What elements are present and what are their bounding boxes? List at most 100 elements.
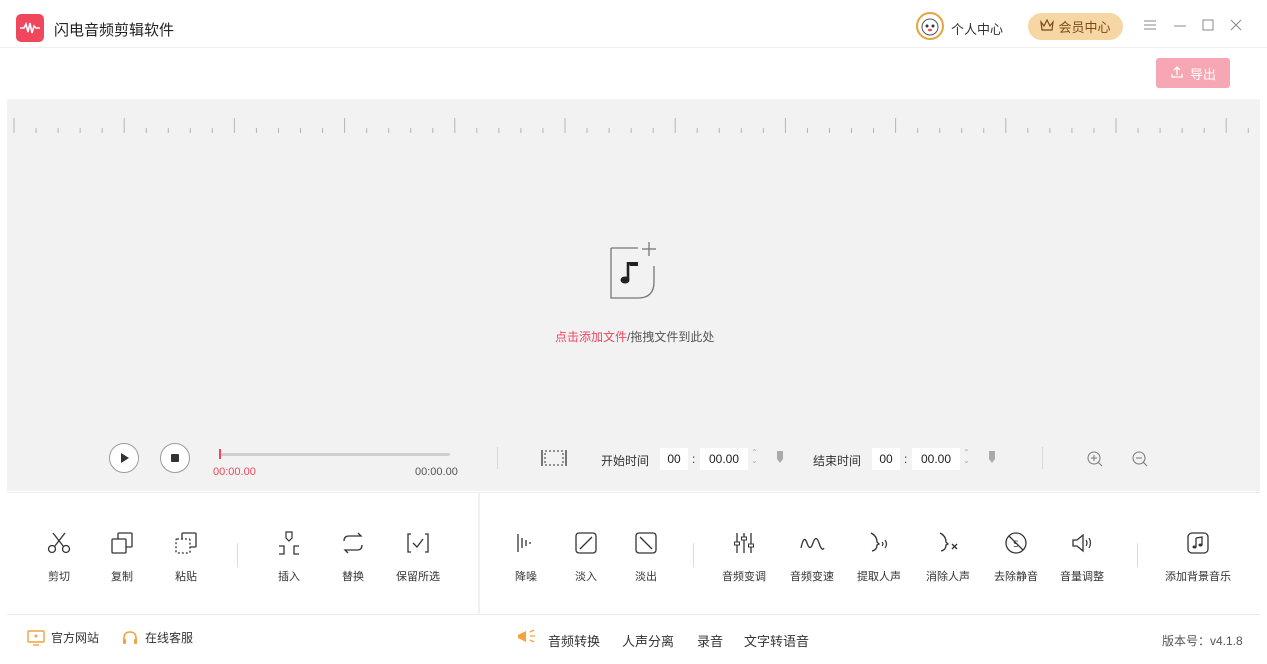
denoise-tool[interactable]: 降噪 xyxy=(496,530,556,590)
minimize-icon[interactable] xyxy=(1171,16,1189,34)
replace-icon xyxy=(343,532,363,554)
time-ruler xyxy=(13,118,1249,133)
copy-icon xyxy=(111,532,133,554)
cut-label: 剪切 xyxy=(48,571,70,583)
fade-out-tool[interactable]: 淡出 xyxy=(616,530,676,590)
stop-button[interactable] xyxy=(160,443,190,473)
profile-link[interactable]: 个人中心 xyxy=(951,19,1003,38)
time-colon: : xyxy=(692,452,696,466)
fade-in-icon xyxy=(575,532,597,554)
copy-tool[interactable]: 复制 xyxy=(92,530,152,590)
volume-tool[interactable]: 音量调整 xyxy=(1052,530,1112,590)
drop-hint: 点击添加文件/拖拽文件到此处 xyxy=(555,328,714,345)
time-colon: : xyxy=(904,452,908,466)
fade-in-tool[interactable]: 淡入 xyxy=(556,530,616,590)
fade-out-icon xyxy=(635,532,657,554)
panel-divider xyxy=(478,492,480,615)
insert-tool[interactable]: 插入 xyxy=(259,530,319,590)
divider xyxy=(1042,447,1043,469)
remove-voice-tool[interactable]: 消除人声 xyxy=(918,530,978,590)
text-to-speech-link[interactable]: 文字转语音 xyxy=(744,631,809,650)
svg-text:S: S xyxy=(1013,540,1019,550)
replace-label: 替换 xyxy=(342,571,364,583)
select-range-icon[interactable] xyxy=(541,447,567,472)
copy-label: 复制 xyxy=(111,571,133,583)
start-time-label: 开始时间 xyxy=(601,454,650,468)
add-file-link[interactable]: 点击添加文件 xyxy=(555,330,627,344)
denoise-icon xyxy=(517,534,531,552)
export-button[interactable]: 导出 xyxy=(1156,58,1230,88)
remove-silence-label: 去除静音 xyxy=(994,571,1038,583)
app-title: 闪电音频剪辑软件 xyxy=(54,22,175,39)
support-link[interactable]: 在线客服 xyxy=(121,629,193,646)
keep-selection-tool[interactable]: 保留所选 xyxy=(388,530,448,590)
speed-tool[interactable]: 音频变速 xyxy=(782,530,842,590)
vip-center-label: 会员中心 xyxy=(1058,20,1111,35)
insert-icon xyxy=(279,531,299,555)
total-time: 00:00.00 xyxy=(415,466,458,478)
close-icon[interactable] xyxy=(1227,16,1245,34)
voice-remove-icon xyxy=(939,532,958,552)
fade-in-label: 淡入 xyxy=(575,571,597,583)
scissors-icon xyxy=(47,532,71,554)
extract-voice-tool[interactable]: 提取人声 xyxy=(849,530,909,590)
end-time-stepper[interactable]: ⌃ ⌄ xyxy=(963,449,970,465)
speed-label: 音频变速 xyxy=(790,571,834,583)
voice-separation-link[interactable]: 人声分离 xyxy=(622,631,674,650)
mute-icon: S xyxy=(1005,532,1027,554)
add-bgm-tool[interactable]: 添加背景音乐 xyxy=(1165,530,1231,590)
cut-tool[interactable]: 剪切 xyxy=(29,530,89,590)
insert-label: 插入 xyxy=(278,571,300,583)
play-button[interactable] xyxy=(109,443,139,473)
end-time-label: 结束时间 xyxy=(813,454,862,468)
tool-divider xyxy=(693,543,694,567)
replace-tool[interactable]: 替换 xyxy=(323,530,383,590)
pitch-tool[interactable]: 音频变调 xyxy=(714,530,774,590)
add-music-file-icon xyxy=(610,242,656,299)
audio-convert-link[interactable]: 音频转换 xyxy=(548,631,600,650)
end-marker-icon[interactable] xyxy=(987,450,997,469)
website-link[interactable]: 官方网站 xyxy=(27,629,99,646)
record-link[interactable]: 录音 xyxy=(697,631,723,650)
divider xyxy=(497,447,498,469)
zoom-out-icon[interactable] xyxy=(1131,450,1149,471)
end-second-input[interactable]: 00.00 xyxy=(912,448,960,470)
maximize-icon[interactable] xyxy=(1199,16,1217,34)
vip-center-button[interactable]: 会员中心 xyxy=(1028,13,1123,40)
megaphone-icon xyxy=(516,628,538,649)
paste-tool[interactable]: 粘贴 xyxy=(156,530,216,590)
monitor-icon xyxy=(27,629,45,646)
remove-silence-tool[interactable]: S 去除静音 xyxy=(986,530,1046,590)
denoise-label: 降噪 xyxy=(515,571,537,583)
app-logo-icon xyxy=(16,14,44,42)
zoom-in-icon[interactable] xyxy=(1086,450,1104,471)
export-label: 导出 xyxy=(1189,66,1216,82)
play-icon xyxy=(121,453,129,463)
tool-divider xyxy=(1137,543,1138,567)
version-label: 版本号：v4.1.8 xyxy=(1162,634,1243,648)
crown-icon xyxy=(1040,18,1055,34)
start-time-stepper[interactable]: ⌃ ⌄ xyxy=(751,449,758,465)
stop-icon xyxy=(171,454,179,462)
paste-label: 粘贴 xyxy=(175,571,197,583)
progress-bar[interactable] xyxy=(220,453,450,456)
avatar[interactable] xyxy=(916,12,944,40)
keep-selection-label: 保留所选 xyxy=(396,571,440,583)
menu-icon[interactable] xyxy=(1141,16,1159,34)
start-second-input[interactable]: 00.00 xyxy=(700,448,748,470)
add-bgm-label: 添加背景音乐 xyxy=(1165,571,1231,583)
remove-voice-label: 消除人声 xyxy=(926,571,970,583)
tool-divider xyxy=(237,543,238,567)
music-note-icon xyxy=(1187,532,1209,554)
headset-icon xyxy=(123,630,137,644)
start-minute-input[interactable]: 00 xyxy=(660,448,688,470)
end-minute-input[interactable]: 00 xyxy=(872,448,900,470)
volume-label: 音量调整 xyxy=(1060,571,1104,583)
wave-icon xyxy=(800,537,825,550)
pitch-label: 音频变调 xyxy=(722,571,766,583)
progress-handle[interactable] xyxy=(219,449,221,459)
start-marker-icon[interactable] xyxy=(775,450,785,469)
speaker-icon xyxy=(1072,533,1092,553)
voice-extract-icon xyxy=(870,532,888,552)
support-label: 在线客服 xyxy=(145,631,194,645)
